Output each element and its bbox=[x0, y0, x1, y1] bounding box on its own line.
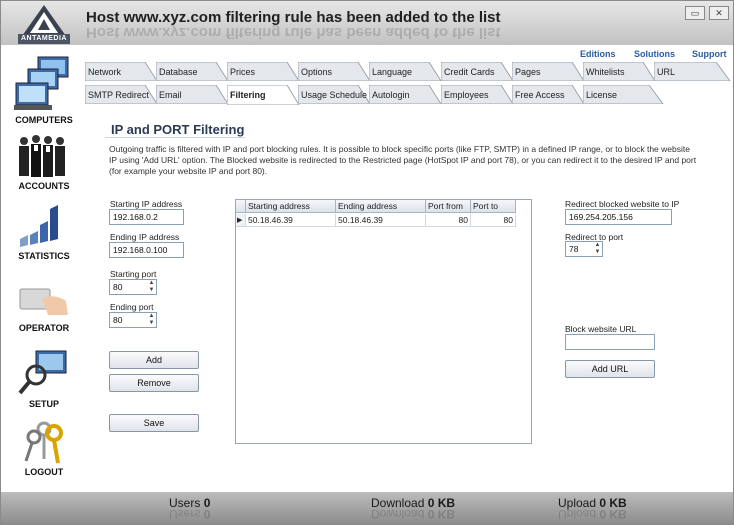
spinner-arrows-icon[interactable]: ▲ ▼ bbox=[593, 242, 602, 256]
table-cell[interactable]: 80 bbox=[471, 214, 516, 227]
tab-label: SMTP Redirect bbox=[88, 90, 149, 100]
redirect-ip-input[interactable]: 169.254.205.156 bbox=[565, 209, 672, 225]
filter-rules-table[interactable]: Starting address Ending address Port fro… bbox=[235, 199, 532, 444]
setup-icon bbox=[18, 350, 67, 395]
column-header[interactable]: Starting address bbox=[246, 200, 336, 213]
tab-label: URL bbox=[657, 67, 676, 77]
tab-label: Autologin bbox=[372, 90, 410, 100]
close-button[interactable]: ✕ bbox=[709, 6, 729, 20]
operator-icon bbox=[19, 288, 68, 315]
tab-label: Employees bbox=[444, 90, 489, 100]
page-title: IP and PORT Filtering bbox=[111, 122, 245, 137]
starting-ip-input[interactable]: 192.168.0.2 bbox=[109, 209, 184, 225]
minimize-button[interactable]: ▭ bbox=[685, 6, 705, 20]
row-indicator-header bbox=[236, 200, 246, 213]
logo-text: ANTAMEDIA bbox=[18, 34, 70, 44]
title-bar: ANTAMEDIA Host www.xyz.com filtering rul… bbox=[1, 1, 733, 45]
redirect-port-value: 78 bbox=[569, 244, 579, 254]
ending-ip-label: Ending IP address bbox=[110, 232, 180, 242]
tab-label: Email bbox=[159, 90, 182, 100]
sidebar-item-setup[interactable]: SETUP bbox=[5, 347, 83, 409]
support-link[interactable]: Support bbox=[692, 49, 727, 59]
solutions-link[interactable]: Solutions bbox=[634, 49, 675, 59]
app-window: ANTAMEDIA Host www.xyz.com filtering rul… bbox=[0, 0, 734, 525]
ending-port-stepper[interactable]: 80 ▲ ▼ bbox=[109, 312, 157, 328]
redirect-ip-label: Redirect blocked website to IP bbox=[565, 199, 680, 209]
spinner-arrows-icon[interactable]: ▲ ▼ bbox=[147, 280, 156, 294]
computers-icon bbox=[14, 56, 69, 110]
add-button[interactable]: Add bbox=[109, 351, 199, 369]
tab-label: Prices bbox=[230, 67, 256, 77]
sidebar-item-accounts[interactable]: ACCOUNTS bbox=[5, 133, 83, 191]
window-title-reflection: Host www.xyz.com filtering rule has been… bbox=[86, 25, 501, 39]
sidebar-item-computers[interactable]: COMPUTERS bbox=[5, 55, 83, 125]
table-cell[interactable]: 50.18.46.39 bbox=[246, 214, 336, 227]
starting-port-value: 80 bbox=[113, 282, 123, 292]
add-url-button[interactable]: Add URL bbox=[565, 360, 655, 378]
redirect-port-stepper[interactable]: 78 ▲ ▼ bbox=[565, 241, 603, 257]
row-selector-arrow-icon[interactable]: ▶ bbox=[236, 214, 246, 227]
tab-label: Network bbox=[88, 67, 122, 77]
statistics-icon bbox=[20, 205, 58, 247]
tab-label: Database bbox=[159, 67, 198, 77]
tab-label: Filtering bbox=[230, 90, 266, 100]
tab-label: Options bbox=[301, 67, 333, 77]
tab-label: Whitelists bbox=[586, 67, 625, 77]
tab-label: Pages bbox=[515, 67, 541, 77]
sidebar-item-label: OPERATOR bbox=[18, 323, 70, 333]
sidebar-item-statistics[interactable]: STATISTICS bbox=[5, 203, 83, 261]
spinner-arrows-icon[interactable]: ▲ ▼ bbox=[147, 313, 156, 327]
sidebar-item-label: STATISTICS bbox=[18, 251, 70, 261]
ending-ip-input[interactable]: 192.168.0.100 bbox=[109, 242, 184, 258]
divider bbox=[105, 137, 245, 138]
starting-port-stepper[interactable]: 80 ▲ ▼ bbox=[109, 279, 157, 295]
section-description: Outgoing traffic is filtered with IP and… bbox=[109, 144, 697, 176]
remove-button[interactable]: Remove bbox=[109, 374, 199, 392]
starting-ip-label: Starting IP address bbox=[110, 199, 183, 209]
table-cell[interactable]: 80 bbox=[426, 214, 471, 227]
tab-label: Free Access bbox=[515, 90, 565, 100]
sidebar-item-operator[interactable]: OPERATOR bbox=[5, 285, 83, 333]
window-title: Host www.xyz.com filtering rule has been… bbox=[86, 9, 501, 26]
ending-port-value: 80 bbox=[113, 315, 123, 325]
save-button[interactable]: Save bbox=[109, 414, 199, 432]
sidebar-item-label: COMPUTERS bbox=[15, 115, 73, 125]
sidebar-item-label: ACCOUNTS bbox=[18, 181, 70, 191]
users-status-reflection: Users 0 bbox=[169, 508, 211, 520]
sidebar-item-label: SETUP bbox=[28, 399, 59, 409]
sidebar-item-label: LOGOUT bbox=[24, 467, 64, 477]
ending-port-label: Ending port bbox=[110, 302, 154, 312]
column-header[interactable]: Ending address bbox=[336, 200, 426, 213]
download-status-reflection: Download 0 KB bbox=[371, 508, 456, 520]
column-header[interactable]: Port from bbox=[426, 200, 471, 213]
starting-port-label: Starting port bbox=[110, 269, 157, 279]
editions-link[interactable]: Editions bbox=[580, 49, 616, 59]
sidebar: COMPUTERS ACCOUNTS STATISTICS OPERATOR S… bbox=[1, 45, 85, 492]
accounts-icon bbox=[19, 135, 65, 177]
status-bar: Users 0 Users 0 Download 0 KB Download 0… bbox=[1, 492, 733, 524]
tab-label: Language bbox=[372, 67, 413, 77]
upload-status-reflection: Upload 0 KB bbox=[558, 508, 627, 520]
block-url-label: Block website URL bbox=[565, 324, 637, 334]
sidebar-item-logout[interactable]: LOGOUT bbox=[5, 419, 83, 477]
keys-icon bbox=[24, 421, 63, 464]
table-cell[interactable]: 50.18.46.39 bbox=[336, 214, 426, 227]
block-url-input[interactable] bbox=[565, 334, 655, 350]
tab-label: Usage Schedule bbox=[301, 90, 368, 100]
column-header[interactable]: Port to bbox=[471, 200, 516, 213]
tab-label: Credit Cards bbox=[444, 67, 495, 77]
tab-label: License bbox=[586, 90, 618, 100]
